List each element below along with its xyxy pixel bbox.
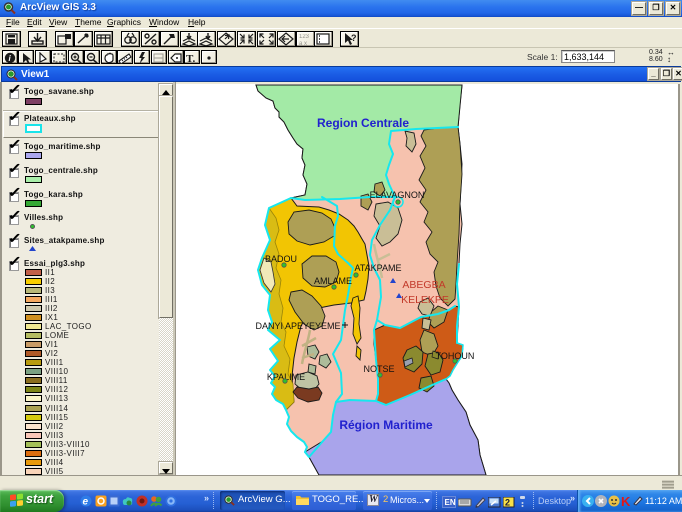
svg-text:e: e (83, 497, 89, 508)
svg-text:T.: T. (186, 53, 196, 64)
svg-text:2: 2 (505, 498, 510, 508)
svg-text:ELAVAGNON: ELAVAGNON (370, 190, 425, 200)
svg-text:ABEGBA: ABEGBA (402, 279, 445, 291)
svg-text:?: ? (351, 33, 357, 43)
svg-text:K: K (621, 495, 631, 507)
svg-text:Région Maritime: Région Maritime (339, 418, 433, 432)
svg-text:DANYI APEYEYEME: DANYI APEYEYEME (255, 321, 340, 331)
svg-text:AMLAME: AMLAME (314, 276, 352, 286)
svg-text:Region Centrale: Region Centrale (317, 116, 409, 130)
svg-text:ATAKPAME: ATAKPAME (354, 263, 401, 273)
svg-text:KELEKPE: KELEKPE (401, 294, 449, 306)
svg-text:BADOU: BADOU (265, 254, 297, 264)
svg-text:123: 123 (299, 34, 310, 40)
svg-text:NOTSE: NOTSE (363, 364, 394, 374)
svg-text:a x: a x (299, 41, 307, 46)
